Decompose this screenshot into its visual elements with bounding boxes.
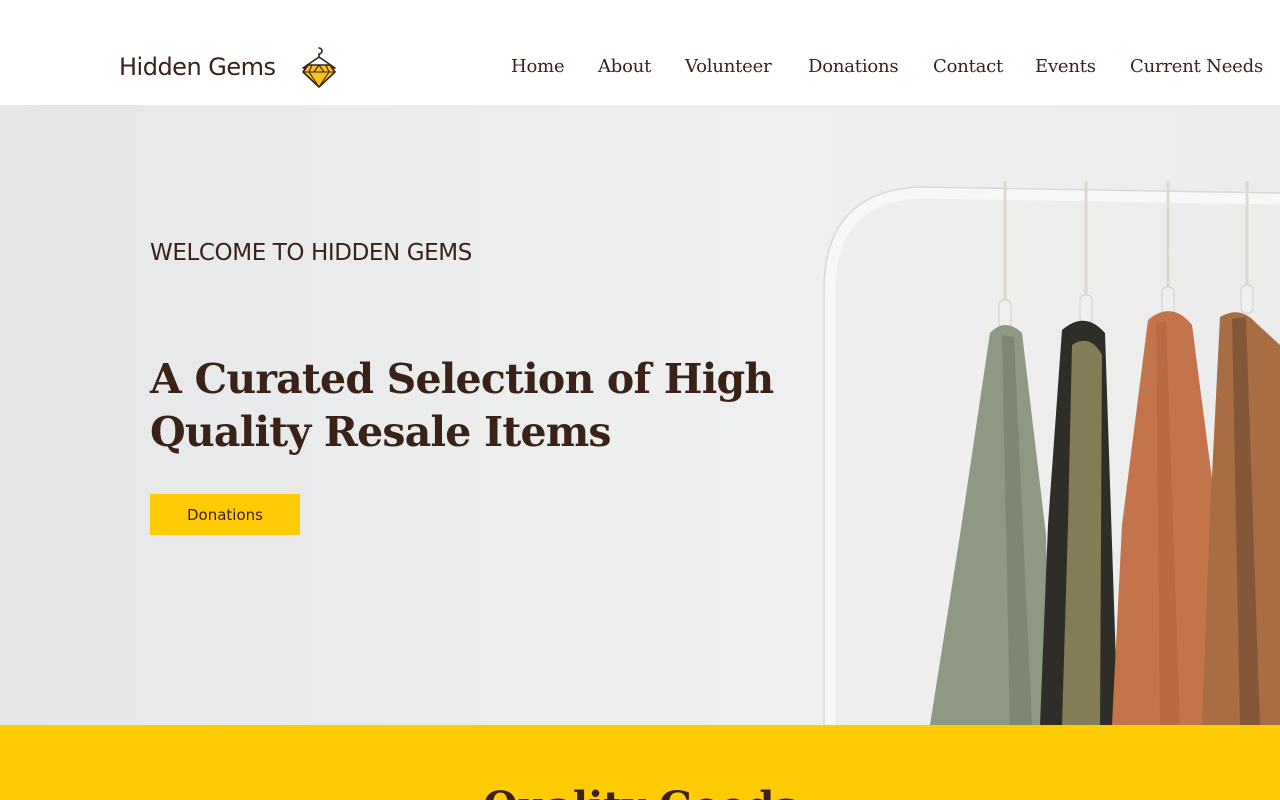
nav-about[interactable]: About [598, 56, 651, 77]
gem-hanger-icon [302, 47, 336, 88]
site-header: Hidden Gems Home About Volunteer Donatio… [0, 0, 1280, 105]
site-logo[interactable]: Hidden Gems [119, 44, 336, 90]
hero-eyebrow: WELCOME TO HIDDEN GEMS [150, 240, 472, 266]
hero-title: A Curated Selection of High Quality Resa… [150, 355, 774, 456]
nav-contact[interactable]: Contact [933, 56, 1003, 77]
nav-current-needs[interactable]: Current Needs [1130, 56, 1263, 77]
nav-events[interactable]: Events [1035, 56, 1096, 77]
nav-home[interactable]: Home [511, 56, 565, 77]
quality-goods-section: Quality Goods [0, 725, 1280, 800]
section-title: Quality Goods [0, 783, 1280, 800]
logo-text: Hidden Gems [119, 53, 276, 81]
donations-button[interactable]: Donations [150, 494, 300, 535]
nav-donations[interactable]: Donations [808, 56, 899, 77]
hero-section: WELCOME TO HIDDEN GEMS A Curated Selecti… [0, 105, 1280, 725]
clothing-rack-image [823, 181, 1280, 725]
nav-volunteer[interactable]: Volunteer [685, 56, 772, 77]
